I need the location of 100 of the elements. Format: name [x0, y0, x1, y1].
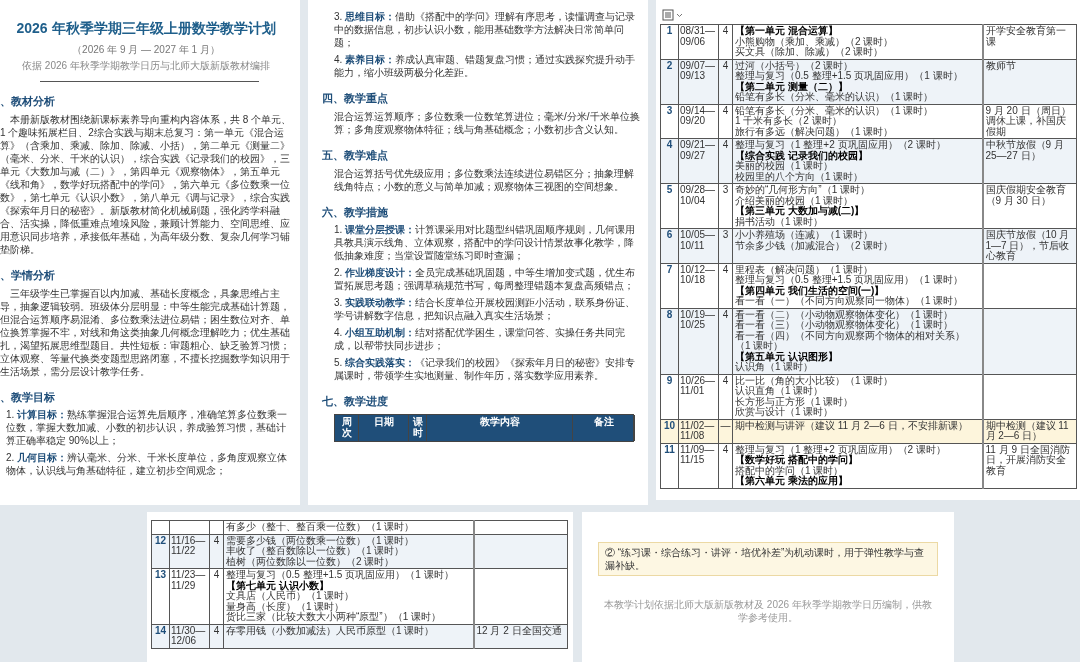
table-cell: 4	[718, 263, 733, 308]
lesson-text: 量身高（长度）（1 课时）	[226, 601, 345, 612]
section-heading: 七、教学进度	[321, 394, 389, 408]
lesson-text: 丰收了（整百数除以一位数）（1 课时）	[226, 546, 405, 557]
paragraph: 混合运算运算顺序；多位数乘一位数笔算进位；毫米/分米/千米单位换算；多角度观察物体特征；线与角基础概念；小数初步含义认知。	[333, 110, 641, 136]
lesson-text: 整理与复习（0.5 整理+1.5 页巩固应用）（1 课时）	[735, 71, 964, 81]
table-cell: 10/19—10/25	[678, 308, 719, 374]
list-item: 1. 课堂分层授课：计算课采用对比题型纠错巩固顺序规则，几何课用具教具演示线角、立体观察，搭配中的学问设计情景故事化教学，降低抽象难度；当堂设置随堂练习即时查漏；	[333, 223, 637, 262]
lesson-text: 捐书活动（1 课时）	[735, 216, 824, 227]
table-cell: 4	[718, 24, 733, 59]
table-cell: 4	[718, 443, 733, 488]
lesson-text: 整理与复习（0.5 整理+1.5 页巩固应用）（1 课时）	[226, 570, 455, 580]
unit-title: 【第四单元 我们生活的空间(一)】	[735, 285, 886, 296]
list-item: 4. 素养目标：养成认真审题、错题复盘习惯；通过实践探究提升动手能力，缩小班级两极分化差距。	[333, 53, 637, 79]
table-cell: 8	[660, 308, 679, 374]
table-cell: 09/07—09/13	[678, 59, 719, 104]
table-cell: 10/12—10/18	[678, 263, 719, 308]
unit-title: 【第五单元 认识图形】	[735, 351, 839, 362]
table-cell: 9	[660, 374, 679, 419]
lesson-text: 铅笔有多长（分米、毫米的认识）（1 课时）	[735, 92, 935, 103]
section-heading: 五、教学难点	[321, 148, 389, 162]
table-cell: 6	[660, 228, 679, 263]
lesson-text: 认识直角（1 课时）	[735, 386, 824, 396]
table-cell: 4	[718, 104, 733, 139]
lesson-text: 买文具（除加、除减）（2 课时）	[735, 47, 884, 58]
section-heading: 、学情分析	[0, 268, 56, 282]
table-header-cell: 周次	[335, 415, 359, 441]
table-cell: 4	[718, 308, 733, 374]
section-heading: 、教材分析	[0, 94, 56, 108]
table-header-cell: 教学内容	[427, 415, 573, 441]
lesson-text: 认识角（1 课时）	[735, 362, 814, 373]
paragraph: 本册新版教材围绕新课标素养导向重构内容体系，共 8 个单元、1 个趣味拓展栏目、2综合实践与期末总复习：第一单元《混合运算》（含乘加、乘减、除加、除减、小括），第二单元《测量二》（毫米、分米、千米的认识），综合实践《记录我们的校园》，三单元《大数加与减（二）》，第四单元《观察物体》，第五单元《线和角》，数学好玩搭配中的学问》，第六单元《多位数乘一位数》，第七单元《认识小数》，第八单元《调与记录》，综合实践《探索年月日的秘密》。新版教材简化机械刷题，强化跨学科融合、活实操，降低重难点堆垛风险，兼顾计算能力、空间思维、应用意识同步培养，承接低年基础，为高年级分数、复杂几何学习铺垫阶梯。	[0, 113, 293, 256]
table-cell: 11/16—11/22	[169, 534, 210, 569]
unit-title: 【第一单元 混合运算】	[735, 26, 839, 37]
list-item: 4. 小组互助机制：结对搭配优学困生，课堂问答、实操任务共同完成，以帮带扶同步进步；	[333, 326, 627, 352]
table-cell: 3	[718, 228, 733, 263]
table-cell: 2	[660, 59, 679, 104]
paragraph: 混合运算括号优先级应用；多位数乘法连续进位易错区分；抽象理解线角特点；小数的意义与简单加减；观察物体三视图的空间想象。	[333, 167, 635, 193]
table-cell: 09/28—10/04	[678, 183, 719, 229]
section-heading: 、教学目标	[0, 390, 56, 404]
unit-title: 【综合实践 记录我们的校园】	[735, 150, 868, 161]
lesson-text: 看一看（四）（不同方向观察两个物体的相对关系）（1 课时）	[735, 330, 966, 351]
lesson-text: 1 千米有多长（2 课时）	[735, 116, 842, 126]
table-cell: 12	[151, 534, 170, 569]
section-heading: 六、教学措施	[321, 205, 389, 219]
table-cell: 5	[660, 183, 679, 229]
lesson-text: 节余多少钱（加减混合）（2 课时）	[735, 240, 895, 251]
lesson-text: 看一看（三）（小动物观察物体变化）（1 课时）	[735, 320, 955, 330]
document-title: 2026 年秋季学期三年级上册数学教学计划	[16, 19, 276, 38]
table-cell: 10/05—10/11	[678, 228, 719, 263]
paragraph: 三年级学生已掌握百以内加减、基础长度概念，具象思维占主导，抽象逻辑较弱。班级体分层明显：中等生能完成基础计算题，但混合运算顺序易混淆、多位数乘法进位易错；困生数位对齐、单位换算掌握不牢，对线和角这类抽象几何概念理解吃力；优生基础扎，渴望拓展思维型题目。共性短板：审题粗心、缺乏验算习惯；立体观察、等量代换类变题型思路闭塞，不擅长挖掘数学知识用于生活场景，需分层设计教学任务。	[0, 287, 291, 378]
table-cell: 7	[660, 263, 679, 308]
table-header-cell: 日期	[359, 415, 409, 441]
table-cell: 4	[209, 534, 224, 569]
table-header-cell: 课时	[409, 415, 427, 441]
table-cell: 4	[660, 138, 679, 184]
footer-text: 本教学计划依据北师大版新版教材及 2026 年秋季学期教学日历编制，供教学参考使用。	[603, 598, 933, 624]
lesson-text: 欣赏与设计（1 课时）	[735, 407, 834, 418]
table-cell: 12 月 2 日全国交通	[473, 624, 568, 648]
table-cell: 4	[209, 624, 224, 648]
list-item: 2. 几何目标：辨认毫米、分米、千米长度单位，多角度观察立体物体，认识线与角基础特征，建立初步空间观念；	[5, 451, 289, 477]
unit-title: 【第三单元 大数加与减(二)】	[735, 206, 866, 216]
lesson-text: 小熊购物（乘加、乘减）（2 课时）	[735, 36, 895, 47]
table-cell: 09/14—09/20	[678, 104, 719, 139]
lesson-text: 里程表（解决问题）（1 课时）	[735, 264, 874, 275]
list-item: 3. 实践联动教学：结合长度单位开展校园测距小活动，联系身份证、学号讲解数字信息，把知识点融入真实生活场景；	[333, 296, 637, 322]
lesson-text: 校园里的八个方向（1 课时）	[735, 171, 865, 182]
list-item: 1. 计算目标：熟练掌握混合运算先后顺序，准确笔算多位数乘一位数，掌握大数加减、小数的初步认识，养成验算习惯，基础计算正确率稳定 90%以上；	[5, 408, 289, 447]
table-cell: 14	[151, 624, 170, 648]
lesson-text: 铅笔有多长（分米、毫米的认识）（1 课时）	[735, 105, 935, 116]
table-cell: 11 月 9 日全国消防日，开展消防安全教育	[982, 443, 1077, 488]
table-cell: 4	[718, 374, 733, 419]
document-note: 依据 2026 年秋季学期教学日历与北师大版新版教材编排	[22, 59, 270, 72]
table-cell: 08/31—09/06	[678, 24, 719, 59]
table-cell: 4	[209, 568, 224, 624]
lesson-text: 长方形与正方形（1 课时）	[735, 396, 855, 407]
table-cell: 11/23—11/29	[169, 568, 210, 624]
table-cell: 11/09—11/15	[678, 443, 719, 488]
lesson-text: 植树（两位数除以一位数）（2 课时）	[226, 556, 395, 567]
table-cell: 3	[660, 104, 679, 139]
lesson-text: 需要多少钱（两位数乘一位数）（1 课时）	[226, 535, 416, 546]
table-cell: 11	[660, 443, 679, 488]
lesson-text: 比一比（角的大小比较）（1 课时）	[735, 375, 895, 386]
lesson-text: 小小养殖场（连减）（1 课时）	[735, 230, 875, 241]
list-item: 5. 综合实践落实：《记录我们的校园》《探索年月日的秘密》安排专属课时，带领学生实地测量、制作年历，落实数学应用素养。	[333, 356, 637, 382]
lesson-text: 过河（小括号）（2 课时）	[735, 60, 854, 71]
table-cell: 1	[660, 24, 679, 59]
note-box: ② “练习课・综合练习・讲评・培优补差”为机动课时，用于弹性教学与查漏补缺。	[598, 542, 938, 576]
table-cell: 4	[718, 59, 733, 104]
lesson-text: 看一看（一）（不同方向观察同一物体）（1 课时）	[735, 296, 965, 307]
list-item: 2. 作业梯度设计：全员完成基础巩固题，中等生增加变式题，优生布置拓展思考题；强调草稿规范书写，每周整理错题本复盘高频错点；	[333, 266, 637, 292]
unit-title: 【第六单元 乘法的应用】	[735, 476, 849, 487]
lesson-text: 有多少（整十、整百乘一位数）（1 课时）	[226, 522, 416, 533]
table-cell	[151, 520, 170, 534]
unit-title: 【数学好玩 搭配中的学问】	[735, 455, 858, 465]
lesson-text: 看一看（二）（小动物观察物体变化）（1 课时）	[735, 309, 955, 320]
unit-title: 【第二单元 测量（二）】	[735, 81, 849, 92]
lesson-text: 美丽的校园（1 课时）	[735, 161, 834, 171]
section-heading: 四、教学重点	[321, 91, 389, 105]
table-cell: 09/21—09/27	[678, 138, 719, 184]
